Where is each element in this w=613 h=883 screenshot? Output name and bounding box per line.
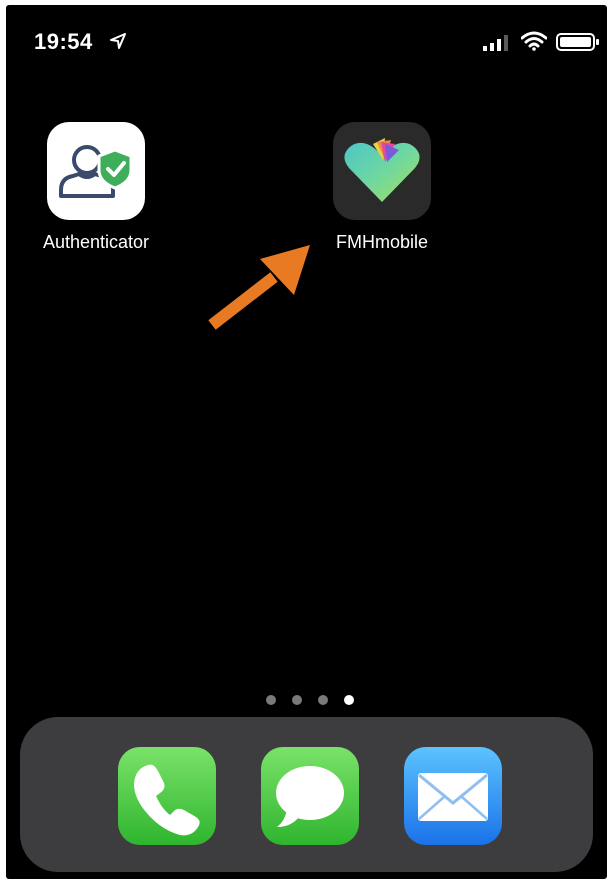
page-dot [266,695,276,705]
cellular-signal-icon [483,35,508,51]
page-dot [318,695,328,705]
orange-arrow-icon [208,245,310,330]
app-label-fmhmobile: FMHmobile [335,232,428,252]
messages-icon[interactable] [261,747,359,845]
page-indicator[interactable] [264,693,364,707]
app-fmhmobile[interactable]: FMHmobile [307,122,457,253]
page-dot [292,695,302,705]
app-authenticator[interactable]: Authenticator [21,122,171,253]
battery-icon [556,33,599,51]
authenticator-icon[interactable] [47,122,145,220]
app-label-authenticator: Authenticator [42,232,150,252]
status-bar: 19:54 [6,5,607,75]
dock [20,717,593,872]
iphone-home-screen: 19:54 Authenticator FMHmobile [6,5,607,879]
page-dot-active [344,695,354,705]
fmhmobile-heart-icon[interactable] [333,122,431,220]
location-arrow-icon [110,33,126,49]
phone-icon[interactable] [118,747,216,845]
wifi-icon [521,31,547,51]
mail-icon[interactable] [404,747,502,845]
status-time: 19:54 [34,29,93,54]
